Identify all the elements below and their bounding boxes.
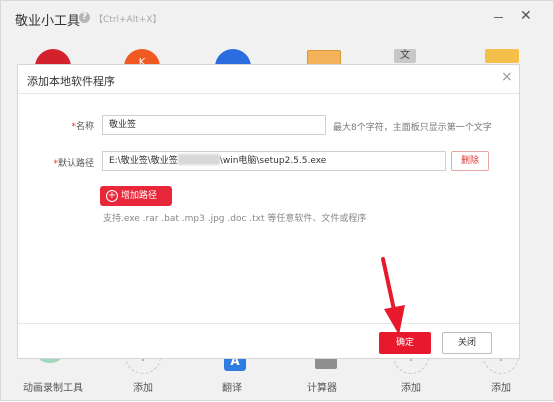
app-window: 敬业小工具 ? 【Ctrl+Alt+X】 ✕ K 文 动画录制工具 + 添加 A… <box>0 0 554 401</box>
annotation-arrow-icon <box>381 257 405 335</box>
